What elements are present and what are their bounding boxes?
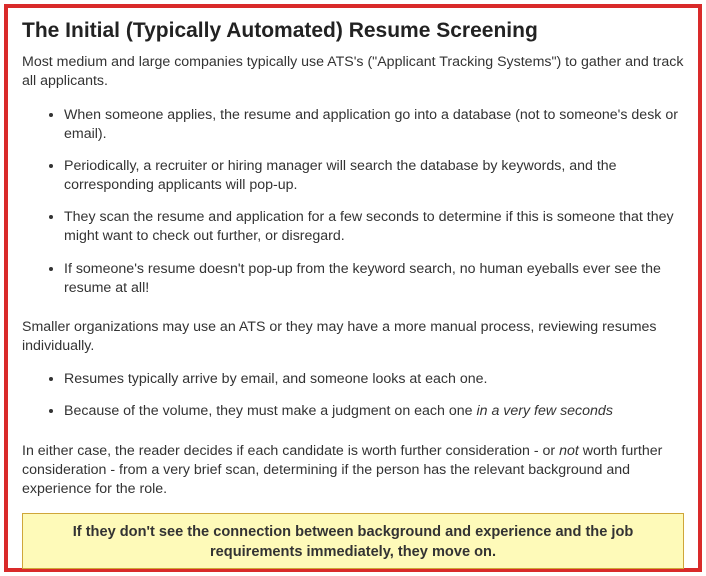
intro-paragraph: Most medium and large companies typicall… bbox=[22, 53, 684, 91]
bullet-list-2: Resumes typically arrive by email, and s… bbox=[22, 370, 684, 427]
list-item: If someone's resume doesn't pop-up from … bbox=[64, 260, 684, 298]
document-title: The Initial (Typically Automated) Resume… bbox=[22, 18, 684, 43]
para3-prefix: In either case, the reader decides if ea… bbox=[22, 443, 559, 459]
list-item: Because of the volume, they must make a … bbox=[64, 402, 684, 421]
list-item: Periodically, a recruiter or hiring mana… bbox=[64, 157, 684, 195]
paragraph-3: In either case, the reader decides if ea… bbox=[22, 442, 684, 500]
list-item: Resumes typically arrive by email, and s… bbox=[64, 370, 684, 389]
para3-italic: not bbox=[559, 443, 579, 459]
list-item-italic: in a very few seconds bbox=[476, 403, 612, 419]
callout-box: If they don't see the connection between… bbox=[22, 513, 684, 569]
list-item: They scan the resume and application for… bbox=[64, 208, 684, 246]
bullet-list-1: When someone applies, the resume and app… bbox=[22, 106, 684, 304]
paragraph-2: Smaller organizations may use an ATS or … bbox=[22, 318, 684, 356]
list-item: When someone applies, the resume and app… bbox=[64, 106, 684, 144]
list-item-text: Because of the volume, they must make a … bbox=[64, 403, 476, 419]
document-frame: The Initial (Typically Automated) Resume… bbox=[4, 4, 702, 572]
